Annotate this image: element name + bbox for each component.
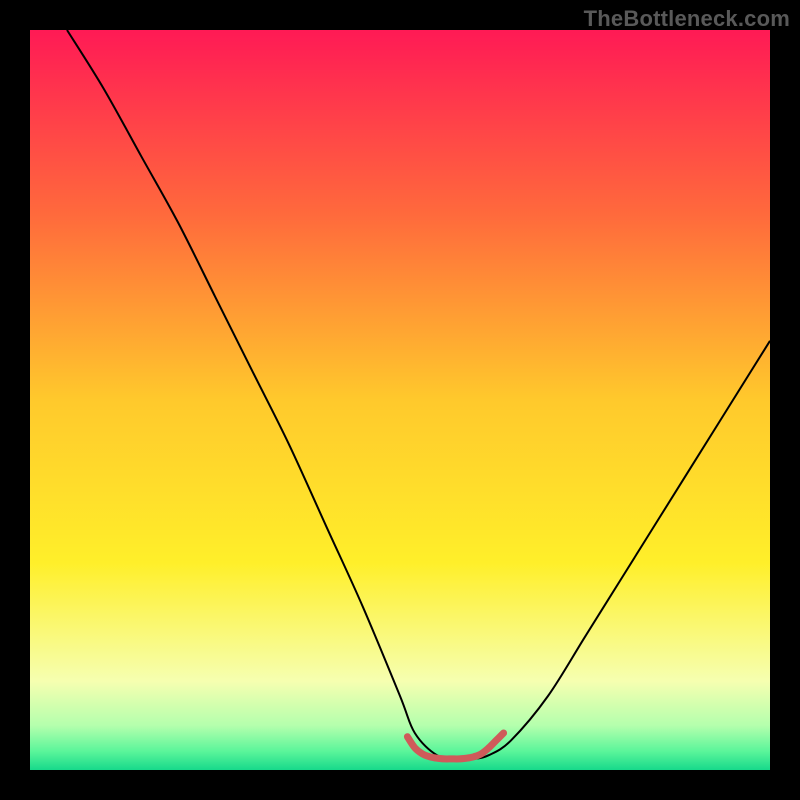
watermark-text: TheBottleneck.com bbox=[584, 6, 790, 32]
chart-container: TheBottleneck.com bbox=[0, 0, 800, 800]
bottleneck-chart bbox=[0, 0, 800, 800]
plot-background bbox=[30, 30, 770, 770]
